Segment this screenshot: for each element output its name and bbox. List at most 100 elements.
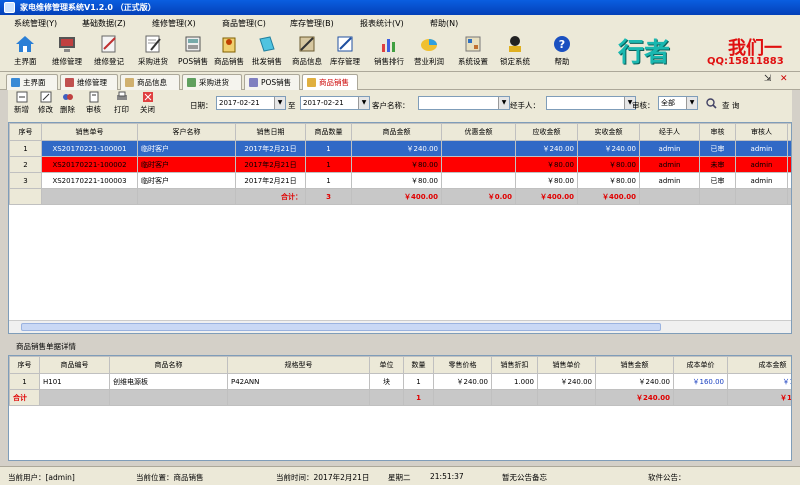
col-header[interactable]: 单位 [369,356,404,374]
table-row[interactable]: 1 H101 创维电源板 P42ANN 块 1 ￥240.00 1.000 ￥240.00 ￥24… [9,373,791,390]
menu-repair[interactable]: 维修管理(X) [152,18,196,29]
stock-manage-button[interactable]: 库存管理 [330,34,360,70]
table-row[interactable]: 1 XS20170221-100001 临时客户 2017年2月21日 1 ￥240.00… [9,140,791,157]
lock-system-button[interactable]: 锁定系统 [500,34,530,70]
date-from-picker[interactable]: 2017-02-21 ▼ [216,96,286,110]
help-button[interactable]: ? 帮助 [552,34,572,70]
status-notice: 暂无公告备忘 [502,473,547,482]
monitor-icon [65,78,74,87]
status-weekday: 星期二 [388,473,411,482]
col-header[interactable]: 序号 [9,356,40,374]
print-button[interactable]: 打印 [114,91,129,115]
tab-pos[interactable]: POS销售 [244,74,300,90]
audit-button[interactable]: 审核 [86,91,101,115]
status-position: 当前位置：商品销售 [136,473,204,482]
col-header[interactable]: 审核 [699,123,736,141]
close-button[interactable]: 关闭 [140,91,155,115]
sales-grid: 序号 销售单号 客户名称 销售日期 商品数量 商品金额 优惠金额 应收金额 实收金额 经手人 审核审… [8,122,792,334]
col-header[interactable]: 商品名称 [109,356,228,374]
bar-chart-icon [382,39,395,52]
dropdown-arrow-icon[interactable]: ▼ [686,97,697,109]
goods-info-icon [125,78,134,87]
col-header[interactable]: 应收金额 [515,123,578,141]
dropdown-arrow-icon[interactable]: ▼ [498,97,509,109]
col-header[interactable]: 规格型号 [227,356,370,374]
wholesale-icon [259,36,275,52]
tab-home[interactable]: 主界面 [6,74,58,90]
menu-goods[interactable]: 商品管理(C) [222,18,266,29]
date-to-picker[interactable]: 2017-02-21 ▼ [300,96,370,110]
horizontal-scrollbar[interactable] [9,320,791,333]
col-header[interactable]: 审核人 [735,123,788,141]
purchase-button[interactable]: 采购进货 [138,34,168,70]
col-header[interactable]: 销售折扣 [491,356,538,374]
menu-basic-data[interactable]: 基础数据(Z) [82,18,126,29]
to-label: 至 [288,101,296,110]
col-header[interactable]: 数量 [403,356,434,374]
col-header[interactable]: 实收金额 [577,123,640,141]
lock-user-icon [509,36,521,52]
col-header[interactable]: 成本单价 [673,356,728,374]
wholesale-button[interactable]: 批发销售 [252,34,282,70]
col-header[interactable]: 成本金额 [727,356,791,374]
edit-button[interactable]: 修改 [38,91,53,115]
repair-register-button[interactable]: 维修登记 [94,34,124,70]
total-row: 合计： 3 ￥400.00 ￥0.00 ￥400.00 ￥400.00 [9,188,791,205]
menu-report[interactable]: 报表统计(V) [360,18,404,29]
col-header[interactable]: 销售单价 [537,356,596,374]
add-button[interactable]: 新增 [14,91,29,115]
goods-info-button[interactable]: 商品信息 [292,34,322,70]
delete-button[interactable]: 删除 [60,91,75,115]
menu-help[interactable]: 帮助(N) [430,18,458,29]
tab-goods-info[interactable]: 商品信息 [120,74,180,90]
pos-sale-button[interactable]: POS销售 [178,34,208,70]
col-header[interactable]: 销售日期 [235,123,306,141]
handler-select[interactable]: ▼ [546,96,636,110]
col-header[interactable]: 商品金额 [351,123,442,141]
menu-stock[interactable]: 库存管理(B) [290,18,334,29]
col-header[interactable]: 商品编号 [39,356,110,374]
query-button[interactable]: 查 询 [722,100,739,111]
col-header[interactable]: 零售价格 [433,356,492,374]
menu-system[interactable]: 系统管理(Y) [14,18,57,29]
table-row[interactable]: 3 XS20170221-100003 临时客户 2017年2月21日 1 ￥80.00 ￥… [9,172,791,189]
home-button[interactable]: 主界面 [14,34,37,70]
table-row[interactable]: 2 XS20170221-100002 临时客户 2017年2月21日 1 ￥80.00 ￥… [9,156,791,173]
settings-button[interactable]: 系统设置 [458,34,488,70]
pin-icon[interactable]: ⇲ [764,74,772,84]
status-date: 当前时间：2017年2月21日 [276,473,370,482]
col-header[interactable]: 商品数量 [305,123,352,141]
customer-select[interactable]: ▼ [418,96,510,110]
close-icon [142,92,153,102]
dropdown-arrow-icon[interactable]: ▼ [274,97,285,109]
col-header[interactable]: 结算 [787,123,791,141]
action-bar: 新增 修改 删除 审核 打印 关闭 日期： 2017-02-21 ▼ 至 2017… [8,90,792,122]
app-icon [4,2,15,13]
profit-button[interactable]: 营业利润 [414,34,444,70]
tab-repair[interactable]: 维修管理 [60,74,118,90]
goods-sale-button[interactable]: 商品销售 [214,34,244,70]
close-icon[interactable]: ✕ [780,74,788,84]
status-bar: 当前用户：[admin] 当前位置：商品销售 当前时间：2017年2月21日 星… [0,466,800,485]
sales-rank-button[interactable]: 销售排行 [374,34,404,70]
detail-grid: 序号 商品编号 商品名称 规格型号 单位 数量 零售价格 销售折扣 销售单价 销售金额 成本单价 成本… [8,355,792,461]
col-header[interactable]: 优惠金额 [441,123,516,141]
menu-bar: 系统管理(Y) 基础数据(Z) 维修管理(X) 商品管理(C) 库存管理(B) … [0,15,800,32]
audit-select[interactable]: 全部 ▼ [658,96,698,110]
handler-label: 经手人： [510,101,540,110]
search-icon[interactable] [706,98,717,109]
tab-goods-sale[interactable]: 商品销售 [302,74,358,90]
col-header[interactable]: 经手人 [639,123,700,141]
pos-icon [185,36,201,52]
register-icon [101,35,116,53]
col-header[interactable]: 序号 [9,123,42,141]
repair-manage-button[interactable]: 维修管理 [52,34,82,70]
col-header[interactable]: 客户名称 [137,123,236,141]
col-header[interactable]: 销售单号 [41,123,138,141]
col-header[interactable]: 销售金额 [595,356,674,374]
dropdown-arrow-icon[interactable]: ▼ [358,97,369,109]
scroll-thumb[interactable] [21,323,661,331]
settings-icon [465,36,481,52]
stock-icon [337,36,353,52]
tab-purchase[interactable]: 采购进货 [182,74,242,90]
